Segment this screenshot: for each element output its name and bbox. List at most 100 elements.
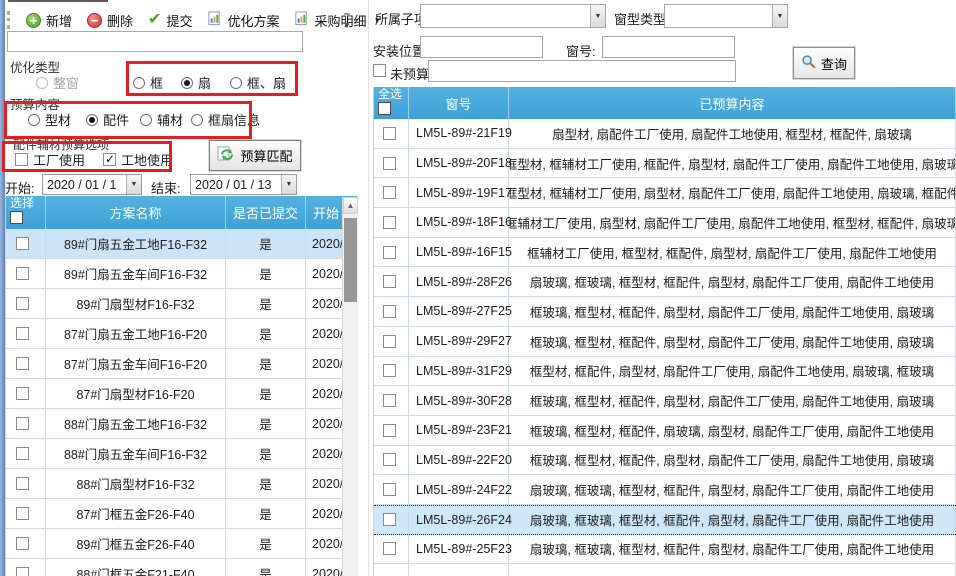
plan-table-row[interactable]: 88#门扇五金车间F16-F32 是 2020/0 <box>6 439 358 469</box>
plan-table-row[interactable]: 88#门扇五金工地F16-F32 是 2020/0 <box>6 409 358 439</box>
budgeted-content-cell: 扇玻璃, 框玻璃, 框型材, 框配件, 扇型材, 扇配件工厂使用, 扇配件工地使… <box>509 475 956 504</box>
budget-table-row[interactable]: LM5L-89#-31F29 框型材, 框配件, 扇型材, 扇配件工厂使用, 扇… <box>374 357 956 387</box>
budget-table-row[interactable]: LM5L-89#-28F26 扇玻璃, 框玻璃, 框型材, 框配件, 扇型材, … <box>374 267 956 297</box>
plan-table-row[interactable]: 87#门框五金F26-F40 是 2020/0 <box>6 499 358 529</box>
radio-profile[interactable]: 型材 <box>28 110 71 129</box>
budget-table-row[interactable]: LM5L-89#-23F21 框玻璃, 框型材, 框配件, 扇玻璃, 扇型材, … <box>374 416 956 446</box>
budget-row-checkbox[interactable] <box>383 157 396 170</box>
start-date-picker[interactable]: 2020 / 01 / 1 <box>42 174 142 195</box>
plan-table-row[interactable]: 89#门扇五金车间F16-F32 是 2020/0 <box>6 259 358 289</box>
plan-row-checkbox[interactable] <box>16 237 29 250</box>
radio-sash[interactable]: 扇 <box>181 73 211 92</box>
plan-row-checkbox[interactable] <box>16 537 29 550</box>
submit-button[interactable]: 提交 <box>148 11 192 30</box>
sub-item-select[interactable] <box>420 4 606 28</box>
budget-table-row[interactable]: LM5L-89#-19F17 框型材, 框辅材工厂使用, 扇型材, 扇配件工厂使… <box>374 178 956 208</box>
budget-table-row[interactable]: LM5L-89#-30F28 框玻璃, 框型材, 框配件, 扇型材, 扇配件工厂… <box>374 386 956 416</box>
plan-table-row[interactable]: 87#门扇五金车间F16-F20 是 2020/0 <box>6 349 358 379</box>
budget-table-row[interactable]: LM5L-89#-25F23 扇玻璃, 框玻璃, 框型材, 框配件, 扇型材, … <box>374 535 956 565</box>
radio-auxiliary[interactable]: 辅材 <box>140 110 183 129</box>
plan-table-row[interactable]: 87#门扇型材F16-F20 是 2020/0 <box>6 379 358 409</box>
budget-row-checkbox[interactable] <box>383 127 396 140</box>
plan-filter-input[interactable] <box>7 31 303 52</box>
end-date-picker[interactable]: 2020 / 01 / 13 <box>190 174 297 195</box>
install-position-input[interactable] <box>420 36 543 58</box>
budget-row-checkbox[interactable] <box>383 394 396 407</box>
select-all-windows-checkbox[interactable] <box>378 102 391 115</box>
select-all-plans-checkbox[interactable] <box>10 211 23 224</box>
budget-row-checkbox[interactable] <box>383 542 396 555</box>
plan-table-row[interactable]: 89#门扇五金工地F16-F32 是 2020/0 <box>6 229 358 259</box>
radio-frame-sash-info[interactable]: 框扇信息 <box>191 110 260 129</box>
budget-row-checkbox[interactable] <box>383 246 396 259</box>
window-no-input[interactable] <box>602 36 735 58</box>
plan-row-checkbox[interactable] <box>16 507 29 520</box>
plan-row-checkbox[interactable] <box>16 447 29 460</box>
radio-frame[interactable]: 框 <box>133 73 163 92</box>
plan-row-checkbox[interactable] <box>16 387 29 400</box>
plan-row-checkbox[interactable] <box>16 327 29 340</box>
plan-table-row[interactable]: 88#门框五金F21-F40 是 2020/0 <box>6 559 358 576</box>
radio-frame-sash[interactable]: 框、扇 <box>230 73 286 92</box>
plan-table-row[interactable]: 88#门扇型材F16-F32 是 2020/0 <box>6 469 358 499</box>
budget-table-row[interactable]: LM5L-89#-18F16 框辅材工厂使用, 扇型材, 扇配件工厂使用, 扇配… <box>374 208 956 238</box>
budget-row-checkbox[interactable] <box>383 424 396 437</box>
budget-row-checkbox[interactable] <box>383 275 396 288</box>
query-button[interactable]: 查询 <box>793 47 855 79</box>
budgeted-content-cell: 框型材, 框配件, 扇型材, 扇配件工厂使用, 扇配件工地使用, 扇玻璃, 框玻… <box>509 357 956 386</box>
radio-whole-window[interactable]: 整窗 <box>36 73 79 92</box>
chevron-down-icon[interactable] <box>772 5 787 27</box>
budget-row-checkbox[interactable] <box>383 335 396 348</box>
chevron-down-icon[interactable] <box>590 5 605 27</box>
plan-row-checkbox[interactable] <box>16 477 29 490</box>
budget-match-button[interactable]: 预算匹配 <box>209 140 301 171</box>
budget-table-row[interactable]: LM5L-89#-26F24 扇玻璃, 框玻璃, 框型材, 框配件, 扇型材, … <box>374 505 956 535</box>
budgeted-content-header[interactable]: 已预算内容 <box>509 87 956 119</box>
plan-row-checkbox[interactable] <box>16 357 29 370</box>
factory-use-checkbox[interactable]: 工厂使用 <box>15 150 85 169</box>
plan-row-checkbox[interactable] <box>16 267 29 280</box>
plan-row-checkbox[interactable] <box>16 297 29 310</box>
budget-table-row[interactable]: LM5L-89#-16F15 框辅材工厂使用, 框型材, 框配件, 扇型材, 扇… <box>374 238 956 268</box>
plan-row-checkbox[interactable] <box>16 567 29 576</box>
submit-button-label: 提交 <box>166 11 192 30</box>
budget-table-row[interactable]: LM5L-89#-21F19 扇型材, 扇配件工厂使用, 扇配件工地使用, 框型… <box>374 119 956 149</box>
radio-icon <box>230 77 242 89</box>
toolbar-grip[interactable] <box>7 11 11 29</box>
optimize-plan-button[interactable]: 优化方案 <box>207 11 279 30</box>
budget-row-checkbox[interactable] <box>383 453 396 466</box>
plan-row-checkbox[interactable] <box>16 417 29 430</box>
budget-table-row[interactable]: LM5L-89#-22F20 框玻璃, 框型材, 框配件, 扇型材, 扇配件工厂… <box>374 446 956 476</box>
no-budget-checkbox[interactable] <box>373 64 386 77</box>
purchase-detail-button[interactable]: 采购明细 <box>294 11 381 30</box>
chevron-down-icon[interactable] <box>126 175 141 194</box>
plan-table-row[interactable]: 89#门扇型材F16-F32 是 2020/0 <box>6 289 358 319</box>
budget-row-checkbox[interactable] <box>383 186 396 199</box>
budget-row-checkbox[interactable] <box>383 513 396 526</box>
scrollbar-up-icon[interactable]: ▲ <box>343 197 358 214</box>
budget-table-row[interactable]: LM5L-89#-29F27 框玻璃, 框型材, 框配件, 扇型材, 扇配件工厂… <box>374 327 956 357</box>
site-use-checkbox[interactable]: 工地使用 <box>103 150 173 169</box>
radio-accessory[interactable]: 配件 <box>86 110 129 129</box>
scrollbar-thumb[interactable] <box>344 218 357 302</box>
add-button[interactable]: 新增 <box>26 11 72 30</box>
window-no-header[interactable]: 窗号 <box>409 87 509 119</box>
chevron-down-icon[interactable] <box>281 175 296 194</box>
plan-name-header[interactable]: 方案名称 <box>46 196 226 229</box>
plan-submitted-header[interactable]: 是否已提交 <box>226 196 306 229</box>
window-no-cell: LM5L-89#-23F21 <box>409 416 509 445</box>
budget-table-row[interactable]: LM5L-89#-27F25 框玻璃, 框型材, 框配件, 扇型材, 扇配件工厂… <box>374 297 956 327</box>
toolbar-overflow-button[interactable] <box>340 13 354 30</box>
no-budget-input[interactable] <box>428 60 736 82</box>
plan-table-row[interactable]: 89#门框五金F26-F40 是 2020/0 <box>6 529 358 559</box>
budget-row-checkbox[interactable] <box>383 305 396 318</box>
budget-row-checkbox[interactable] <box>383 364 396 377</box>
window-type-select[interactable] <box>664 4 788 28</box>
budget-table-row[interactable]: LM5L-89#-24F22 扇玻璃, 框玻璃, 框型材, 框配件, 扇型材, … <box>374 475 956 505</box>
budget-row-checkbox[interactable] <box>383 216 396 229</box>
budget-table-row[interactable]: LM5L-89#-20F18 框型材, 框辅材工厂使用, 框配件, 扇型材, 扇… <box>374 149 956 179</box>
budget-row-checkbox[interactable] <box>383 483 396 496</box>
plan-table-scrollbar[interactable]: ▲ <box>342 197 358 576</box>
plan-table-row[interactable]: 87#门扇五金工地F16-F20 是 2020/0 <box>6 319 358 349</box>
delete-button[interactable]: 删除 <box>87 11 133 30</box>
